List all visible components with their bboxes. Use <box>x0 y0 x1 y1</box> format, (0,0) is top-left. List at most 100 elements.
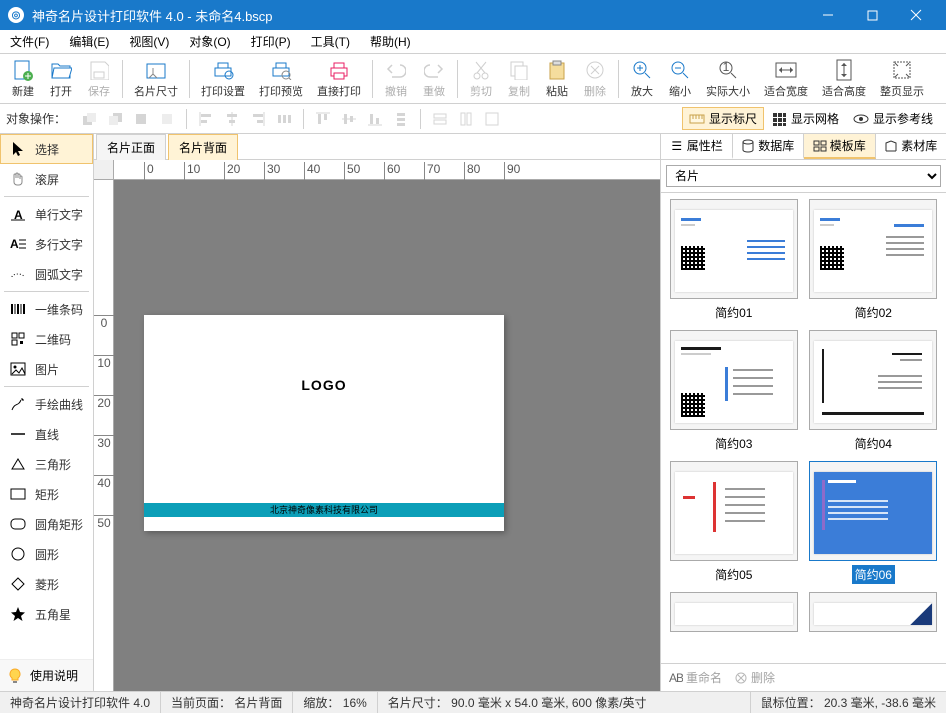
zoomin-button[interactable]: 放大 <box>623 56 661 102</box>
zoomout-button[interactable]: 缩小 <box>661 56 699 102</box>
barcode-icon <box>9 300 27 318</box>
align-middle-v-icon[interactable] <box>337 107 361 131</box>
delete-button[interactable]: 删除 <box>576 56 614 102</box>
bring-forward-icon[interactable] <box>129 107 153 131</box>
distribute-v-icon[interactable] <box>389 107 413 131</box>
left-tool-palette: 选择 滚屏 A单行文字 A多行文字 圆弧文字 一维条码 二维码 图片 手绘曲线 … <box>0 134 94 691</box>
tool-image[interactable]: 图片 <box>0 354 93 384</box>
tool-qrcode[interactable]: 二维码 <box>0 324 93 354</box>
template-item[interactable]: 简约06 <box>807 461 941 584</box>
maximize-button[interactable] <box>850 0 894 30</box>
align-left-icon[interactable] <box>194 107 218 131</box>
bring-front-icon[interactable] <box>77 107 101 131</box>
template-item[interactable]: 简约05 <box>667 461 801 584</box>
open-button[interactable]: 打开 <box>42 56 80 102</box>
paste-button[interactable]: 粘贴 <box>538 56 576 102</box>
show-guide-toggle[interactable]: 显示参考线 <box>846 107 940 130</box>
close-button[interactable] <box>894 0 938 30</box>
template-item[interactable]: 简约04 <box>807 330 941 453</box>
actualsize-icon: 1 <box>716 59 740 82</box>
same-width-icon[interactable] <box>428 107 452 131</box>
tool-circle[interactable]: 圆形 <box>0 539 93 569</box>
delete-template-button[interactable]: 删除 <box>734 669 775 686</box>
undo-button[interactable]: 撤销 <box>377 56 415 102</box>
tab-card-back[interactable]: 名片背面 <box>168 134 238 160</box>
menu-tools[interactable]: 工具(T) <box>301 30 360 53</box>
copy-button[interactable]: 复制 <box>500 56 538 102</box>
pencil-icon <box>9 395 27 413</box>
printprev-button[interactable]: 打印预览 <box>252 56 310 102</box>
business-card[interactable]: LOGO 北京神奇像素科技有限公司 <box>144 315 504 531</box>
tool-diamond[interactable]: 菱形 <box>0 569 93 599</box>
menu-help[interactable]: 帮助(H) <box>360 30 421 53</box>
tab-assets[interactable]: 素材库 <box>876 134 946 159</box>
menu-file[interactable]: 文件(F) <box>0 30 59 53</box>
template-item[interactable] <box>807 592 941 632</box>
menu-print[interactable]: 打印(P) <box>241 30 301 53</box>
save-button[interactable]: 保存 <box>80 56 118 102</box>
fitwidth-button[interactable]: 适合宽度 <box>757 56 815 102</box>
tool-arc-text[interactable]: 圆弧文字 <box>0 259 93 289</box>
printnow-button[interactable]: 直接打印 <box>310 56 368 102</box>
same-height-icon[interactable] <box>454 107 478 131</box>
text-icon: A <box>9 205 27 223</box>
card-company-text[interactable]: 北京神奇像素科技有限公司 <box>144 503 504 517</box>
menu-object[interactable]: 对象(O) <box>179 30 240 53</box>
save-icon <box>87 59 111 82</box>
tool-select[interactable]: 选择 <box>0 134 93 164</box>
new-button[interactable]: 新建 <box>4 56 42 102</box>
tab-card-front[interactable]: 名片正面 <box>96 134 166 160</box>
template-item[interactable]: 简约02 <box>807 199 941 322</box>
template-grid[interactable]: 简约01 简约02 简约03 <box>661 193 946 663</box>
align-top-icon[interactable] <box>311 107 335 131</box>
cardsize-button[interactable]: 名片尺寸 <box>127 56 185 102</box>
printset-button[interactable]: 打印设置 <box>194 56 252 102</box>
tab-templates[interactable]: 模板库 <box>804 134 876 159</box>
fitheight-button[interactable]: 适合高度 <box>815 56 873 102</box>
cut-button[interactable]: 剪切 <box>462 56 500 102</box>
minimize-button[interactable] <box>806 0 850 30</box>
tool-freehand[interactable]: 手绘曲线 <box>0 389 93 419</box>
tool-barcode[interactable]: 一维条码 <box>0 294 93 324</box>
tab-properties[interactable]: ☰属性栏 <box>661 134 733 159</box>
menu-edit[interactable]: 编辑(E) <box>59 30 119 53</box>
card-logo-text[interactable]: LOGO <box>144 377 504 393</box>
rename-button[interactable]: AB重命名 <box>669 669 722 686</box>
align-bottom-icon[interactable] <box>363 107 387 131</box>
distribute-h-icon[interactable] <box>272 107 296 131</box>
template-item[interactable]: 简约01 <box>667 199 801 322</box>
tab-database[interactable]: 数据库 <box>733 134 805 159</box>
tool-roundrect[interactable]: 圆角矩形 <box>0 509 93 539</box>
fitpage-button[interactable]: 整页显示 <box>873 56 931 102</box>
tool-star[interactable]: 五角星 <box>0 599 93 629</box>
tool-line[interactable]: 直线 <box>0 419 93 449</box>
redo-button[interactable]: 重做 <box>415 56 453 102</box>
separator <box>372 60 373 98</box>
tool-singleline-text[interactable]: A单行文字 <box>0 199 93 229</box>
send-back-icon[interactable] <box>103 107 127 131</box>
show-ruler-toggle[interactable]: 显示标尺 <box>682 107 764 130</box>
help-button[interactable]: 使用说明 <box>0 659 93 691</box>
template-item[interactable] <box>667 592 801 632</box>
separator <box>186 109 187 129</box>
cut-icon <box>469 59 493 82</box>
same-size-icon[interactable] <box>480 107 504 131</box>
separator <box>618 60 619 98</box>
align-right-icon[interactable] <box>246 107 270 131</box>
tool-rect[interactable]: 矩形 <box>0 479 93 509</box>
tool-multiline-text[interactable]: A多行文字 <box>0 229 93 259</box>
send-backward-icon[interactable] <box>155 107 179 131</box>
canvas-viewport[interactable]: LOGO 北京神奇像素科技有限公司 <box>114 180 660 691</box>
template-category-select[interactable]: 名片 <box>666 165 941 187</box>
actualsize-button[interactable]: 1实际大小 <box>699 56 757 102</box>
ruler-vertical[interactable]: 0 10 20 30 40 50 <box>94 180 114 691</box>
show-grid-toggle[interactable]: 显示网格 <box>764 107 846 130</box>
canvas-tabs: 名片正面 名片背面 <box>94 134 660 160</box>
ruler-horizontal[interactable]: 0 10 20 30 40 50 60 70 80 90 <box>114 160 660 180</box>
align-center-h-icon[interactable] <box>220 107 244 131</box>
menu-view[interactable]: 视图(V) <box>119 30 179 53</box>
template-item[interactable]: 简约03 <box>667 330 801 453</box>
tool-triangle[interactable]: 三角形 <box>0 449 93 479</box>
separator <box>4 196 89 197</box>
tool-pan[interactable]: 滚屏 <box>0 164 93 194</box>
